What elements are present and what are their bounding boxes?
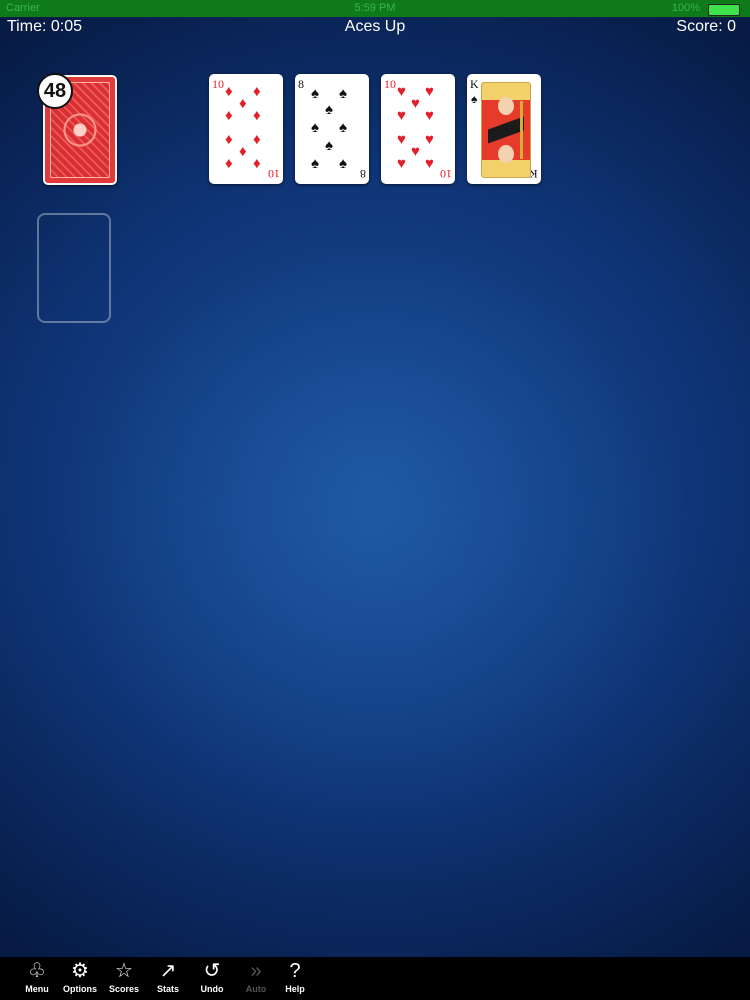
gears-icon: ⚙ [71,960,89,982]
king-head [498,97,514,115]
scores-label: Scores [108,984,140,994]
heart-icon: ♥ [425,131,434,148]
spade-icon: ♠ [311,85,319,102]
heart-icon: ♥ [425,107,434,124]
stats-button[interactable]: ↗ Stats [148,959,188,999]
sword-icon [520,101,523,159]
spade-icon: ♠ [325,101,333,118]
tableau-card-2[interactable]: 8 8 ♠ ♠ ♠ ♠ ♠ ♠ ♠ ♠ [295,74,369,184]
spade-icon: ♠ [311,119,319,136]
card-rank: K [470,77,479,91]
spade-icon: ♠ [339,155,347,172]
question-icon: ? [289,960,301,982]
tableau-card-3[interactable]: 10 10 ♥ ♥ ♥ ♥ ♥ ♥ ♥ ♥ ♥ ♥ [381,74,455,184]
undo-icon: ↺ [203,960,221,982]
heart-icon: ♥ [411,95,420,112]
auto-label: Auto [245,984,267,994]
card-rank: 10 [268,167,280,181]
king-sash [488,116,524,144]
heart-icon: ♥ [397,131,406,148]
help-label: Help [285,984,305,994]
card-rank: 8 [360,167,366,181]
heart-icon: ♥ [411,143,420,160]
auto-button[interactable]: » Auto [236,959,276,999]
king-portrait [481,82,531,178]
menu-button[interactable]: ♧ Menu [17,959,57,999]
diamond-icon: ♦ [253,155,261,172]
scores-button[interactable]: ☆ Scores [104,959,144,999]
heart-icon: ♥ [425,155,434,172]
clock-label: 5:59 PM [354,2,396,14]
help-button[interactable]: ? Help [275,959,315,999]
discard-slot[interactable] [37,213,111,323]
spade-icon: ♠ [325,137,333,154]
diamond-icon: ♦ [225,131,233,148]
spade-icon: ♠ [339,85,347,102]
diamond-icon: ♦ [253,83,261,100]
diamond-icon: ♦ [225,83,233,100]
stats-label: Stats [156,984,179,994]
card-rank: 10 [212,77,224,91]
spade-icon: ♠ [311,155,319,172]
game-score: Score: 0 [676,18,736,35]
undo-button[interactable]: ↺ Undo [192,959,232,999]
spade-icon: ♠ [471,92,478,106]
diamond-icon: ♦ [225,107,233,124]
card-rank: 10 [440,167,452,181]
bottom-toolbar: ♧ Menu ⚙ Options ☆ Scores ↗ Stats ↺ Undo… [0,957,750,1000]
menu-label: Menu [25,984,49,994]
stock-count-badge: 48 [37,73,73,109]
diamond-icon: ♦ [253,107,261,124]
card-suits-icon: ♧ [28,960,46,982]
heart-icon: ♥ [397,107,406,124]
diamond-icon: ♦ [253,131,261,148]
tableau-card-1[interactable]: 10 10 ♦ ♦ ♦ ♦ ♦ ♦ ♦ ♦ ♦ ♦ [209,74,283,184]
star-icon: ☆ [115,960,133,982]
battery-percent: 100% [671,2,700,14]
options-button[interactable]: ⚙ Options [60,959,100,999]
card-rank: 10 [384,77,396,91]
chart-icon: ↗ [159,960,177,982]
options-label: Options [63,984,97,994]
heart-icon: ♥ [397,83,406,100]
undo-label: Undo [200,984,224,994]
diamond-icon: ♦ [239,95,247,112]
diamond-icon: ♦ [225,155,233,172]
tableau-card-4[interactable]: K K ♠ [467,74,541,184]
battery-icon [708,4,740,16]
king-head [498,145,514,163]
fast-forward-icon: » [250,960,262,982]
diamond-icon: ♦ [239,143,247,160]
game-title: Aces Up [344,18,406,35]
spade-icon: ♠ [339,119,347,136]
heart-icon: ♥ [397,155,406,172]
status-bar: Carrier 5:59 PM 100% [0,0,750,17]
heart-icon: ♥ [425,83,434,100]
card-rank: 8 [298,77,304,91]
